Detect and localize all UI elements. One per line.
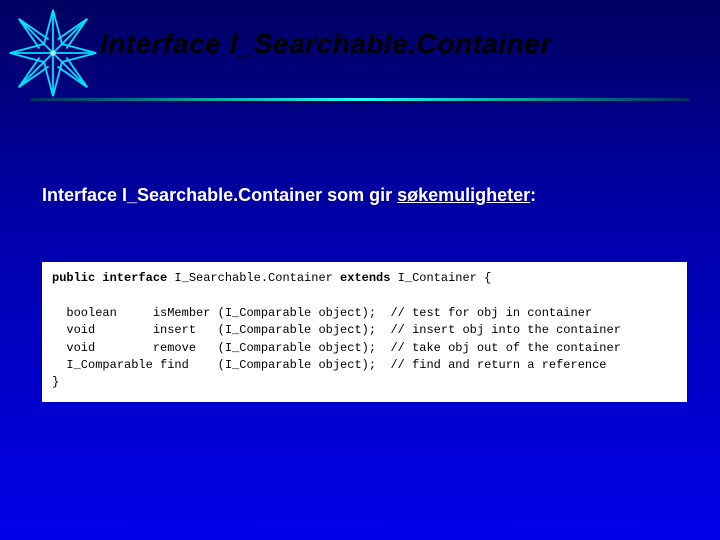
code-close-brace: } [52,375,59,389]
code-interface-name: I_Searchable.Container [167,271,340,285]
code-row-ret: I_Comparable [66,358,152,372]
code-row-comment: // test for obj in container [390,306,592,320]
code-row-args: (I_Comparable object); [218,323,391,337]
code-keyword-extends: extends [340,271,390,285]
slide-subtitle: Interface I_Searchable.Container som gir… [42,185,536,206]
code-row-args: (I_Comparable object); [218,306,391,320]
code-row-name: isMember [153,306,218,320]
code-row-args: (I_Comparable object); [218,358,391,372]
code-row-comment: // find and return a reference [390,358,606,372]
code-block: public interface I_Searchable.Container … [42,262,687,402]
code-row-ret: void [66,323,152,337]
code-row-comment: // insert obj into the container [390,323,620,337]
code-row-name: insert [153,323,218,337]
subtitle-prefix: Interface I_Searchable.Container som gir [42,185,397,205]
subtitle-suffix: : [530,185,536,205]
title-divider [30,98,690,104]
code-row-name: remove [153,341,218,355]
code-row-args: (I_Comparable object); [218,341,391,355]
slide-title: Interface I_Searchable.Container [100,28,552,60]
code-keyword-public-interface: public interface [52,271,167,285]
slide: Interface I_Searchable.Container Interfa… [0,0,720,540]
code-row-ret: void [66,341,152,355]
code-row-name: find [153,358,218,372]
code-row-comment: // take obj out of the container [390,341,620,355]
code-parent: I_Container { [390,271,491,285]
code-row-ret: boolean [66,306,152,320]
starburst-icon [8,8,98,98]
subtitle-underlined: søkemuligheter [397,185,530,205]
